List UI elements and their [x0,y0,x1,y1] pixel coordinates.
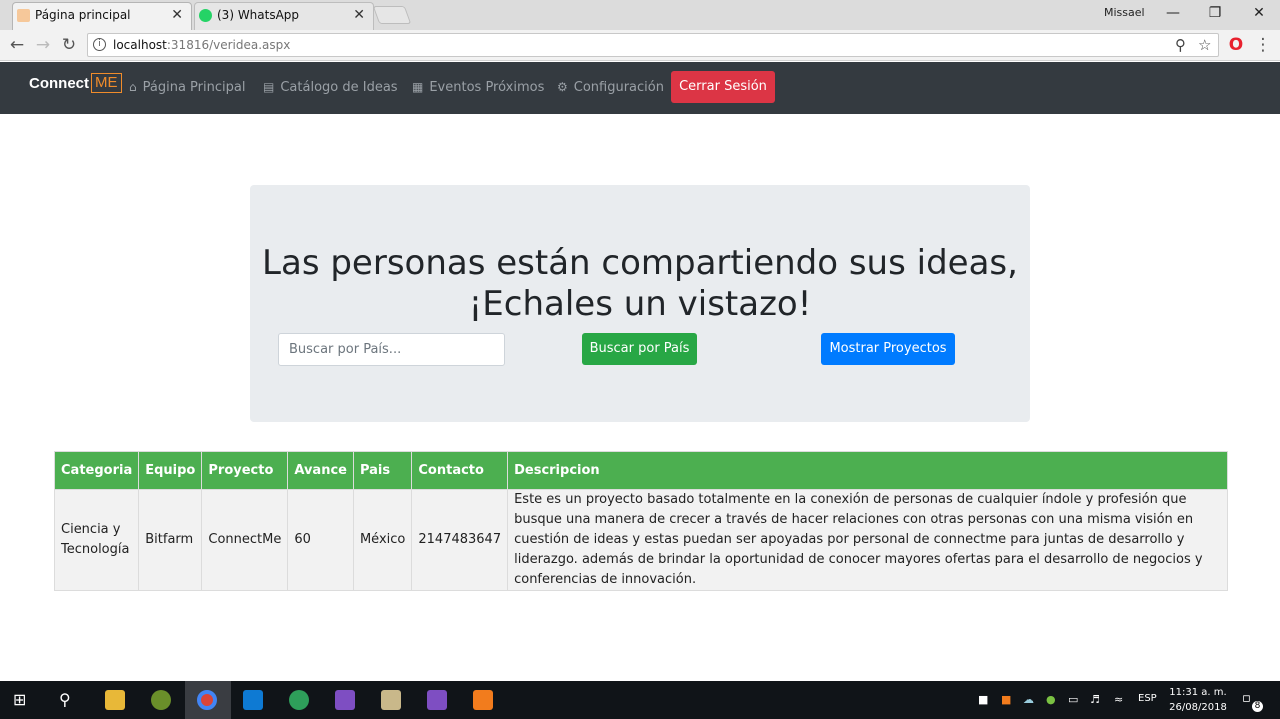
vscode-icon[interactable] [243,690,263,710]
cell-pais: México [352,489,413,591]
table-header-row: Categoria Equipo Proyecto Avance Pais Co… [53,451,1228,490]
book-icon: ▤ [263,80,275,94]
nav-link-label: Eventos Próximos [429,80,545,95]
windows-taskbar: ⊞ ⚲ ■ ■ ☁ ● ▭ ♬ ≈ ESP 11:31 a. m. 26/08/… [0,681,1280,719]
brand-logo[interactable]: Connect ME [29,73,122,94]
clock-time: 11:31 a. m. [1169,687,1227,698]
tab-pagina-principal[interactable]: Página principal ✕ [12,2,192,30]
battery-icon[interactable]: ▭ [1068,693,1078,706]
tab-title: Página principal [35,8,131,22]
volume-icon[interactable]: ♬ [1090,693,1100,706]
windows-start-icon[interactable]: ⊞ [13,691,31,709]
tab-whatsapp[interactable]: (3) WhatsApp ✕ [194,2,374,30]
close-tab-icon[interactable]: ✕ [171,3,183,28]
url-text[interactable]: localhost:31816/veridea.aspx [113,38,290,52]
minimize-button[interactable]: — [1157,3,1189,23]
tray-icon[interactable]: ■ [978,693,988,706]
clock-date: 26/08/2018 [1169,702,1227,713]
column-header-proyecto: Proyecto [201,451,289,490]
new-tab-button[interactable] [372,6,412,24]
brand-badge: ME [91,73,122,93]
forward-icon[interactable]: → [32,34,54,56]
file-explorer-icon[interactable] [105,690,125,710]
restore-button[interactable]: ❐ [1199,3,1231,23]
tray-xampp-icon[interactable]: ■ [1001,693,1011,706]
cell-contacto: 2147483647 [411,489,509,591]
url-bar[interactable]: i localhost:31816/veridea.aspx ⚲ ☆ [87,33,1219,57]
notification-count-badge: 8 [1252,701,1263,712]
search-by-country-button[interactable]: Buscar por País [582,333,697,365]
tray-app-icon[interactable]: ● [1046,693,1056,706]
nav-link-home[interactable]: ⌂ Página Principal [129,80,245,95]
url-host: localhost [113,38,167,52]
url-path: :31816/veridea.aspx [166,38,291,52]
visual-studio-icon-2[interactable] [427,690,447,710]
column-header-avance: Avance [287,451,354,490]
show-projects-button[interactable]: Mostrar Proyectos [821,333,955,365]
whatsapp-favicon-icon [199,9,212,22]
zoom-icon[interactable]: ⚲ [1175,36,1186,54]
xampp-icon[interactable] [473,690,493,710]
sublime-icon[interactable] [381,690,401,710]
search-icon[interactable]: ⚲ [59,690,79,710]
cell-equipo: Bitfarm [138,489,203,591]
nav-link-catalog[interactable]: ▤ Catálogo de Ideas [263,80,398,95]
menu-icon[interactable]: ⋮ [1252,34,1274,56]
gear-icon: ⚙ [557,80,568,94]
language-indicator[interactable]: ESP [1138,693,1157,704]
profile-user-name[interactable]: Missael [1104,6,1145,19]
column-header-categoria: Categoria [53,451,140,490]
star-icon[interactable]: ☆ [1198,36,1211,54]
hero-title: Las personas están compartiendo sus idea… [250,243,1030,325]
projects-table: Categoria Equipo Proyecto Avance Pais Co… [53,451,1228,591]
connectme-favicon-icon [17,9,30,22]
nav-link-settings[interactable]: ⚙ Configuración [557,80,664,95]
close-tab-icon[interactable]: ✕ [353,3,365,28]
clock[interactable]: 11:31 a. m. 26/08/2018 [1168,685,1228,715]
home-icon: ⌂ [129,80,137,94]
app-icon[interactable] [151,690,171,710]
opera-icon[interactable]: O [1225,34,1247,56]
browser-tab-bar: Página principal ✕ (3) WhatsApp ✕ Missae… [0,0,1280,30]
column-header-pais: Pais [352,451,413,490]
site-navbar: Connect ME ⌂ Página Principal ▤ Catálogo de… [0,62,1280,114]
visual-studio-icon[interactable] [335,690,355,710]
hero-title-line1: Las personas están compartiendo sus idea… [262,243,1018,283]
cell-categoria: Ciencia y Tecnología [53,489,140,591]
reload-icon[interactable]: ↻ [58,34,80,56]
chrome-icon[interactable] [197,690,217,710]
back-icon[interactable]: ← [6,34,28,56]
column-header-equipo: Equipo [138,451,203,490]
logout-button[interactable]: Cerrar Sesión [671,71,775,103]
site-info-icon[interactable]: i [93,38,106,51]
country-search-input[interactable] [278,333,505,366]
cell-descripcion: Este es un proyecto basado totalmente en… [507,489,1228,591]
brand-text: Connect [29,75,89,92]
tray-cloud-icon[interactable]: ☁ [1023,693,1034,706]
wifi-icon[interactable]: ≈ [1114,693,1123,706]
address-toolbar: ← → ↻ i localhost:31816/veridea.aspx ⚲ ☆… [0,30,1280,61]
column-header-contacto: Contacto [411,451,509,490]
nav-link-label: Configuración [573,80,664,95]
table-icon: ▦ [412,80,424,94]
table-row: Ciencia y Tecnología Bitfarm ConnectMe 6… [53,489,1228,591]
nav-link-events[interactable]: ▦ Eventos Próximos [412,80,544,95]
globe-app-icon[interactable] [289,690,309,710]
hero-title-line2: ¡Echales un vistazo! [468,284,812,324]
cell-avance: 60 [287,489,354,591]
column-header-descripcion: Descripcion [507,451,1228,490]
close-window-button[interactable]: ✕ [1243,3,1275,23]
nav-link-label: Página Principal [142,80,246,95]
cell-proyecto: ConnectMe [201,489,289,591]
notifications-icon[interactable]: ▫ [1242,691,1251,706]
tab-title: (3) WhatsApp [217,8,300,22]
nav-link-label: Catálogo de Ideas [280,80,398,95]
hero-panel: Las personas están compartiendo sus idea… [250,185,1030,422]
